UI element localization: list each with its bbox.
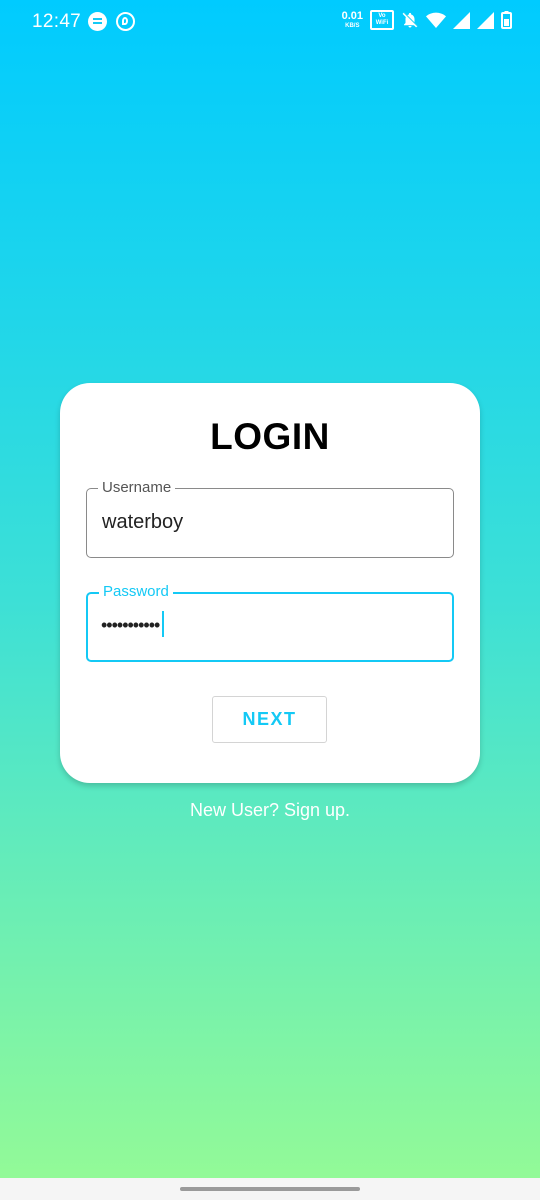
network-speed-value: 0.01 — [341, 10, 363, 22]
login-card: LOGIN Username waterboy Password •••••••… — [60, 383, 480, 783]
password-input-wrap[interactable]: ••••••••••• — [101, 611, 165, 639]
chat-bubble-icon — [88, 12, 107, 31]
login-title: LOGIN — [210, 416, 330, 457]
bell-off-icon — [401, 11, 419, 29]
text-caret — [162, 611, 165, 637]
vowifi-bottom-label: WiFi — [375, 20, 389, 26]
signal-icon — [453, 11, 470, 29]
password-input[interactable]: ••••••••••• — [101, 615, 160, 635]
navigation-bar — [0, 1178, 540, 1200]
username-label: Username — [98, 479, 176, 497]
home-indicator[interactable] — [180, 1187, 360, 1191]
wifi-icon — [426, 12, 446, 29]
next-button[interactable]: NEXT — [212, 696, 327, 743]
vowifi-top-label: Vo — [378, 13, 386, 19]
sync-ring-icon — [116, 12, 135, 31]
notification-icons — [88, 12, 135, 31]
network-speed-unit: KB/S — [345, 23, 360, 29]
username-field[interactable]: Username waterboy — [86, 479, 454, 558]
password-label: Password — [99, 583, 173, 601]
network-speed: 0.01 KB/S — [341, 10, 363, 30]
battery-icon — [501, 11, 512, 29]
signup-link[interactable]: New User? Sign up. — [0, 800, 540, 821]
status-time: 12:47 — [32, 11, 82, 32]
system-icons: 0.01 KB/S Vo WiFi — [342, 10, 512, 30]
vowifi-icon: Vo WiFi — [370, 10, 394, 30]
username-input[interactable]: waterboy — [102, 511, 183, 534]
status-bar: 12:47 0.01 KB/S Vo WiFi — [0, 0, 540, 46]
password-field[interactable]: Password ••••••••••• — [86, 583, 454, 662]
signal-icon-2 — [477, 11, 494, 29]
